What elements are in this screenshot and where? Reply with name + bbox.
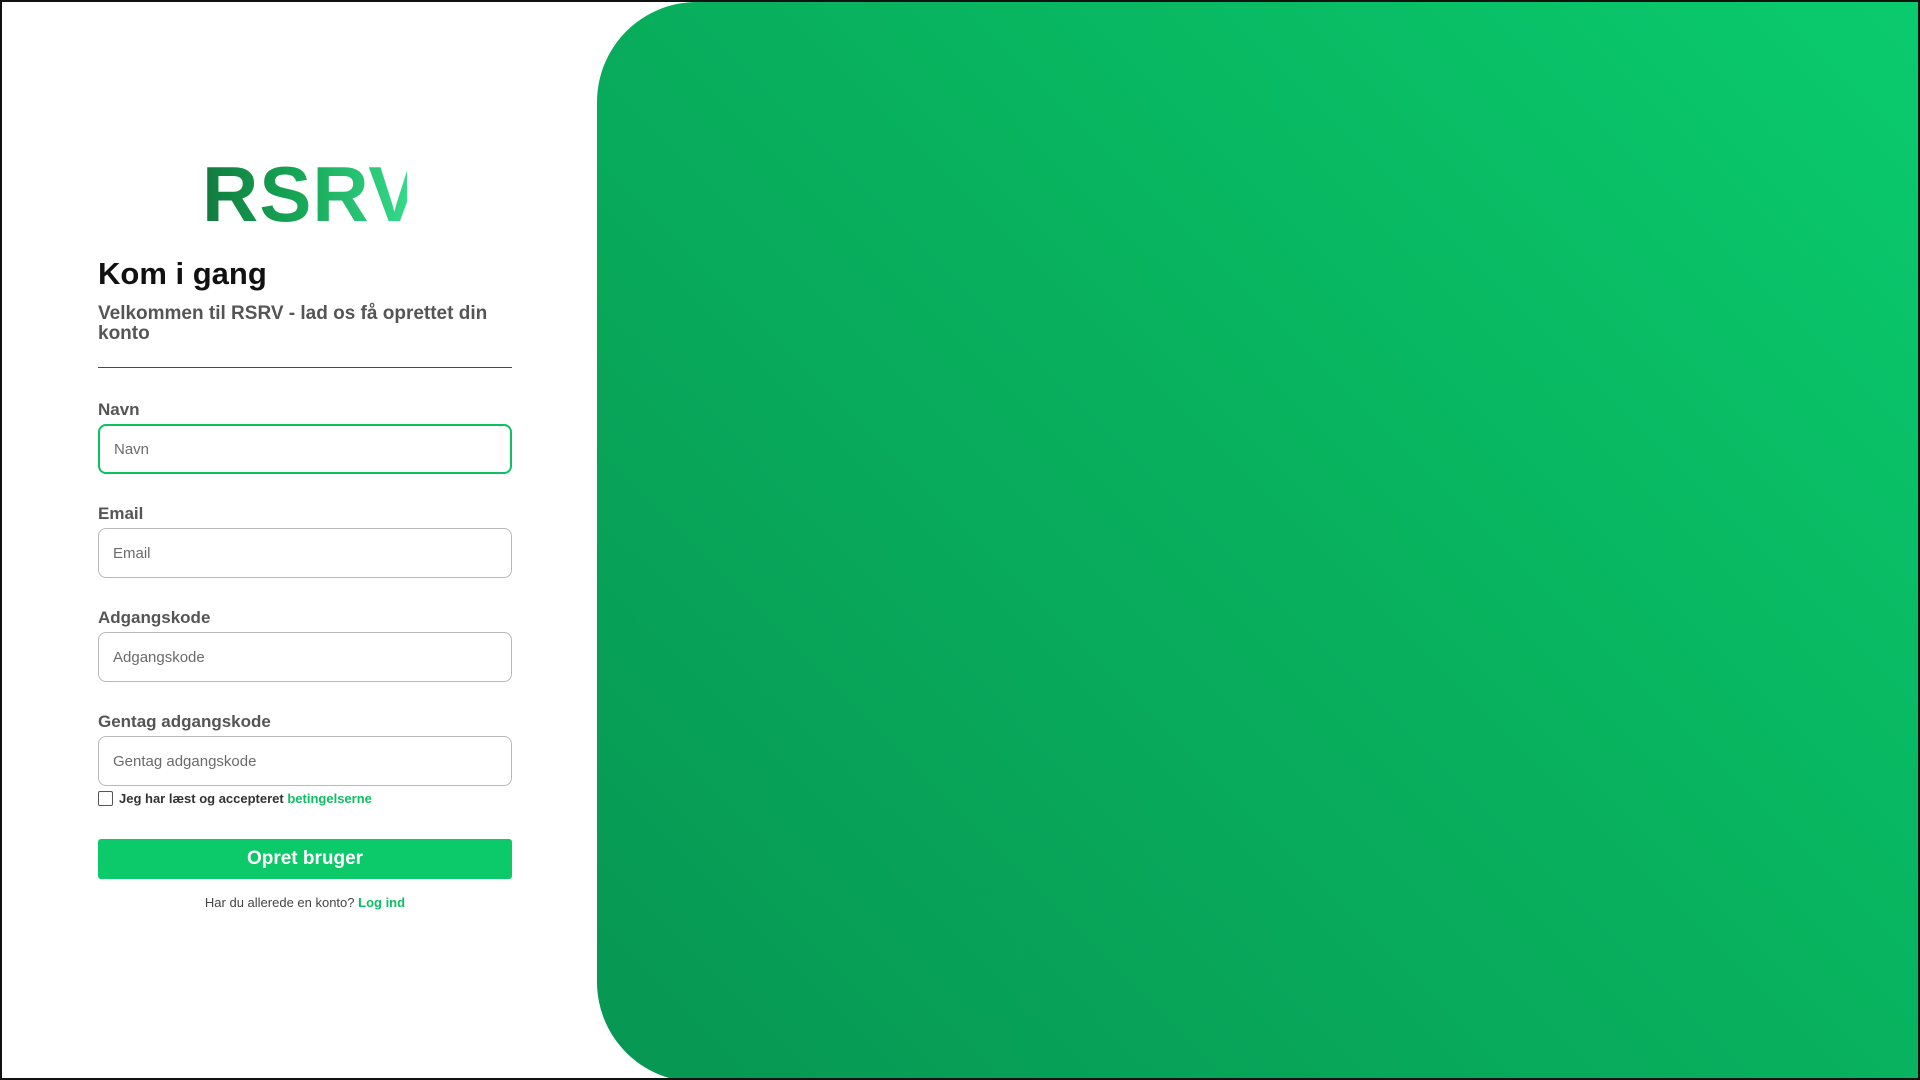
- repeat-password-label: Gentag adgangskode: [98, 712, 271, 731]
- terms-link[interactable]: betingelserne: [287, 791, 372, 806]
- repeat-password-input[interactable]: [98, 736, 512, 786]
- create-account-button[interactable]: Opret bruger: [98, 839, 512, 879]
- email-label: Email: [98, 504, 144, 523]
- rsrv-logo: RSRV: [202, 150, 422, 238]
- password-label: Adgangskode: [98, 608, 211, 627]
- hero-gradient-panel: [597, 2, 1918, 1078]
- password-input[interactable]: [98, 632, 512, 682]
- app-window: RSRV Kom i gang Velkommen til RSRV - lad…: [0, 0, 1920, 1080]
- header-divider: [98, 367, 512, 368]
- terms-row: Jeg har læst og accepteret betingelserne: [98, 790, 372, 806]
- terms-text: Jeg har læst og accepteret betingelserne: [119, 791, 372, 806]
- terms-label: Jeg har læst og accepteret: [119, 790, 284, 806]
- name-label: Navn: [98, 400, 140, 419]
- page-title: Kom i gang: [98, 256, 267, 291]
- login-link[interactable]: Log ind: [358, 895, 405, 910]
- login-prompt: Har du allerede en konto?: [204, 895, 355, 910]
- page-subtitle: Velkommen til RSRV - lad os få oprettet …: [98, 303, 488, 344]
- login-row: Har du allerede en konto? Log ind: [98, 895, 512, 910]
- signup-panel: RSRV Kom i gang Velkommen til RSRV - lad…: [2, 2, 597, 1078]
- email-input[interactable]: [98, 528, 512, 578]
- terms-checkbox[interactable]: [98, 790, 113, 806]
- name-input[interactable]: [98, 424, 512, 474]
